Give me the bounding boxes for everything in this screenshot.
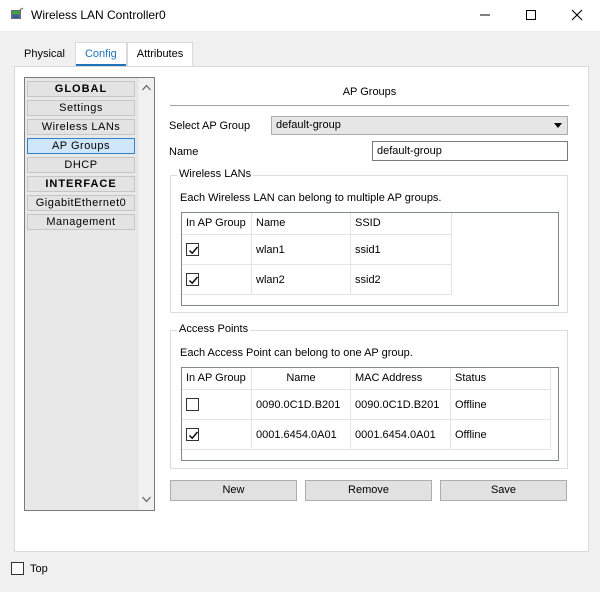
column-header: SSID — [351, 213, 452, 235]
status-cell: Offline — [451, 420, 551, 450]
wlan2-in-group-checkbox[interactable] — [186, 273, 199, 286]
mac-cell: 0001.6454.0A01 — [351, 420, 451, 450]
sidebar-item-dhcp[interactable]: DHCP — [27, 157, 135, 173]
ap2-in-group-checkbox[interactable] — [186, 428, 199, 441]
table-row: wlan1 ssid1 — [182, 235, 452, 265]
sidebar-item-wireless-lans[interactable]: Wireless LANs — [27, 119, 135, 135]
scroll-down-icon[interactable] — [142, 496, 151, 503]
name-cell: wlan1 — [252, 235, 351, 265]
ssid-cell: ssid2 — [351, 265, 452, 295]
remove-button[interactable]: Remove — [305, 480, 432, 501]
tab-physical[interactable]: Physical — [14, 42, 75, 66]
save-button[interactable]: Save — [440, 480, 567, 501]
checkmark-icon — [189, 246, 199, 255]
in-ap-group-cell — [182, 390, 252, 420]
ap-group-select[interactable]: default-group — [271, 116, 568, 135]
minimize-icon — [480, 14, 490, 16]
chevron-down-icon — [554, 123, 562, 128]
minimize-button[interactable] — [462, 0, 508, 31]
wireless-lans-description: Each Wireless LAN can belong to multiple… — [180, 192, 442, 204]
ap-group-select-value: default-group — [276, 119, 341, 131]
checkmark-icon — [189, 431, 199, 440]
tab-bar: Physical Config Attributes — [14, 42, 194, 66]
wireless-lans-table: In AP Group Name SSID wlan1 ssid1 wlan2 … — [181, 212, 559, 306]
column-header: In AP Group — [182, 213, 252, 235]
table-row: 0001.6454.0A01 0001.6454.0A01 Offline — [182, 420, 552, 450]
top-label: Top — [30, 563, 48, 575]
tab-attributes[interactable]: Attributes — [126, 42, 194, 66]
table-row: wlan2 ssid2 — [182, 265, 452, 295]
scroll-up-icon[interactable] — [142, 84, 151, 91]
new-button[interactable]: New — [170, 480, 297, 501]
page-title: AP Groups — [342, 86, 397, 98]
column-header: Name — [252, 213, 351, 235]
checkmark-icon — [189, 276, 199, 285]
maximize-button[interactable] — [508, 0, 554, 31]
sidebar-item-ap-groups[interactable]: AP Groups — [27, 138, 135, 154]
name-cell: wlan2 — [252, 265, 351, 295]
table-row: 0090.0C1D.B201 0090.0C1D.B201 Offline — [182, 390, 552, 420]
top-checkbox[interactable] — [11, 562, 24, 575]
sidebar: GLOBAL Settings Wireless LANs AP Groups … — [24, 77, 155, 511]
title-bar: Wireless LAN Controller0 — [0, 0, 600, 31]
in-ap-group-cell — [182, 265, 252, 295]
in-ap-group-cell — [182, 235, 252, 265]
access-points-description: Each Access Point can belong to one AP g… — [180, 347, 413, 359]
name-label: Name — [169, 146, 199, 158]
wireless-lans-group: Wireless LANs Each Wireless LAN can belo… — [170, 168, 568, 313]
tab-config[interactable]: Config — [74, 42, 127, 66]
access-points-table: In AP Group Name MAC Address Status 0090… — [181, 367, 559, 461]
sidebar-item-settings[interactable]: Settings — [27, 100, 135, 116]
sidebar-header-global: GLOBAL — [27, 81, 135, 97]
close-button[interactable] — [554, 0, 600, 31]
sidebar-list: GLOBAL Settings Wireless LANs AP Groups … — [25, 78, 137, 510]
column-header: Name — [252, 368, 351, 390]
ssid-cell: ssid1 — [351, 235, 452, 265]
select-ap-group-label: Select AP Group — [169, 120, 251, 132]
close-icon — [571, 9, 583, 21]
app-icon — [9, 7, 25, 23]
config-panel: GLOBAL Settings Wireless LANs AP Groups … — [14, 66, 589, 552]
wireless-lans-legend: Wireless LANs — [177, 168, 254, 180]
in-ap-group-cell — [182, 420, 252, 450]
sidebar-header-interface: INTERFACE — [27, 176, 135, 192]
ap1-in-group-checkbox[interactable] — [186, 398, 199, 411]
sidebar-item-management[interactable]: Management — [27, 214, 135, 230]
sidebar-item-gigabitethernet0[interactable]: GigabitEthernet0 — [27, 195, 135, 211]
mac-cell: 0090.0C1D.B201 — [351, 390, 451, 420]
window-title: Wireless LAN Controller0 — [31, 8, 166, 22]
sidebar-scrollbar[interactable] — [137, 78, 154, 510]
maximize-icon — [526, 10, 536, 20]
access-points-legend: Access Points — [177, 323, 251, 335]
status-cell: Offline — [451, 390, 551, 420]
name-field[interactable]: default-group — [372, 141, 568, 161]
name-cell: 0090.0C1D.B201 — [252, 390, 351, 420]
title-divider — [170, 105, 569, 106]
column-header: In AP Group — [182, 368, 252, 390]
wlan1-in-group-checkbox[interactable] — [186, 243, 199, 256]
name-cell: 0001.6454.0A01 — [252, 420, 351, 450]
column-header: MAC Address — [351, 368, 451, 390]
column-header: Status — [451, 368, 551, 390]
access-points-group: Access Points Each Access Point can belo… — [170, 323, 568, 469]
